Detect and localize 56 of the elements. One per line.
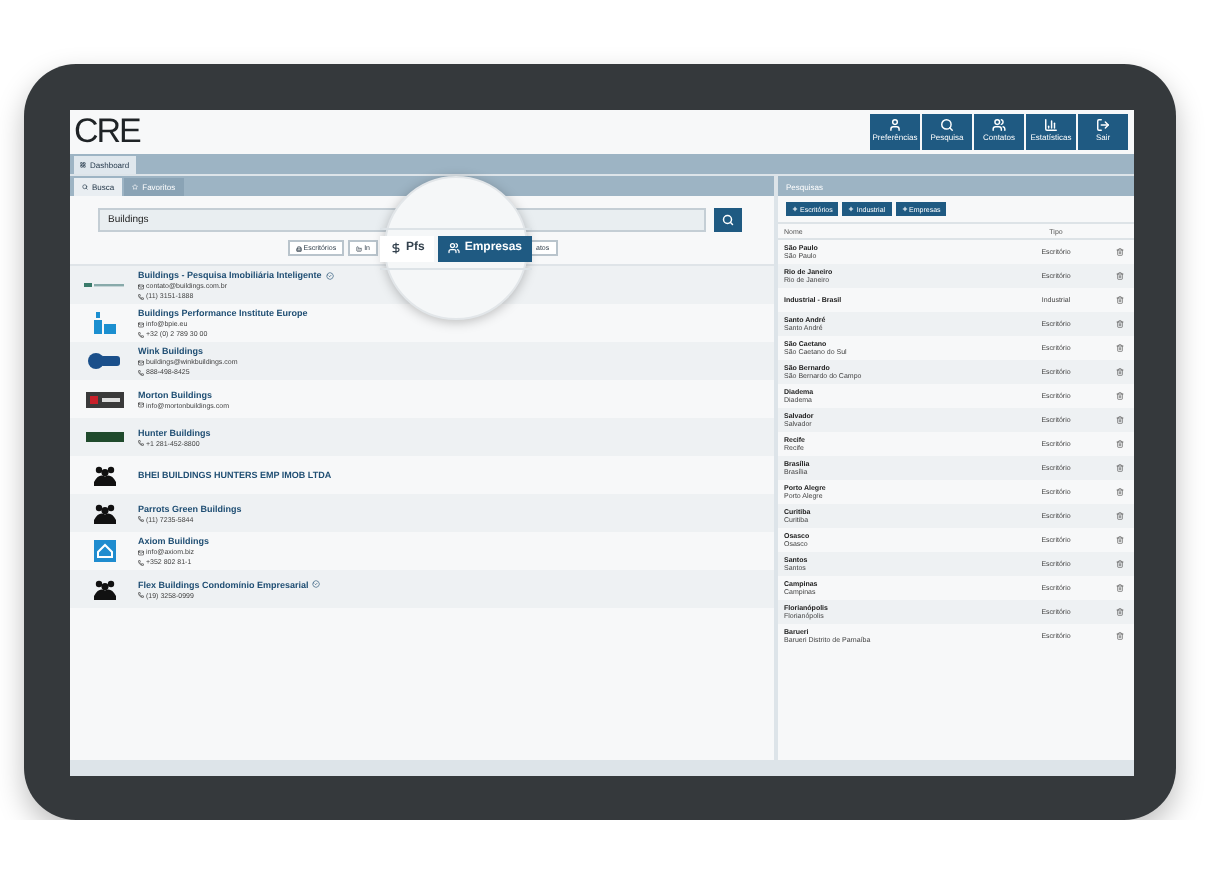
building-icon — [295, 245, 302, 251]
people-icon — [93, 465, 115, 485]
trash-icon — [1116, 320, 1124, 328]
trash-icon — [1116, 392, 1124, 400]
trash-icon — [1116, 632, 1124, 640]
search-icon — [82, 184, 88, 190]
search-icon — [940, 118, 954, 132]
plus-icon — [792, 206, 798, 212]
trash-icon — [1116, 416, 1124, 424]
plus-icon — [901, 206, 908, 212]
app-logo: CRE — [74, 112, 140, 152]
people-icon — [448, 242, 461, 254]
dollar-icon — [389, 242, 402, 254]
trash-icon — [1116, 368, 1124, 376]
company-logo-icon — [85, 391, 123, 407]
company-logo-icon — [93, 311, 115, 335]
company-logo-icon — [88, 352, 120, 370]
trash-icon — [1116, 512, 1124, 520]
plus-icon — [848, 206, 855, 212]
phone-icon — [138, 592, 144, 598]
bar-chart-icon — [1044, 118, 1058, 132]
people-icon — [93, 579, 115, 599]
factory-icon — [356, 245, 363, 251]
phone-icon — [138, 331, 144, 337]
trash-icon — [1116, 488, 1124, 496]
exit-icon — [1096, 118, 1110, 132]
user-icon — [888, 118, 902, 132]
trash-icon — [1116, 440, 1124, 448]
grid-icon — [80, 162, 86, 168]
star-icon — [132, 184, 139, 190]
mail-icon — [138, 359, 144, 365]
trash-icon — [1116, 248, 1124, 256]
trash-icon — [1116, 560, 1124, 568]
mail-icon — [138, 321, 144, 327]
trash-icon — [1116, 536, 1124, 544]
trash-icon — [1116, 584, 1124, 592]
mail-icon — [138, 549, 144, 555]
house-logo-icon — [93, 540, 115, 562]
trash-icon — [1116, 608, 1124, 616]
people-icon — [992, 118, 1006, 132]
search-button[interactable] — [714, 208, 742, 232]
search-icon — [722, 214, 734, 226]
trash-icon — [1116, 344, 1124, 352]
trash-icon — [1116, 464, 1124, 472]
trash-icon — [1116, 296, 1124, 304]
company-logo-icon — [84, 280, 124, 290]
phone-icon — [138, 293, 144, 299]
people-icon — [93, 503, 115, 523]
trash-icon — [1116, 272, 1124, 280]
mail-icon — [138, 283, 144, 289]
phone-icon — [138, 516, 144, 522]
phone-icon — [138, 369, 144, 375]
phone-icon — [138, 559, 144, 565]
company-logo-icon — [85, 432, 123, 442]
mail-icon — [138, 402, 144, 408]
phone-icon — [138, 440, 144, 446]
